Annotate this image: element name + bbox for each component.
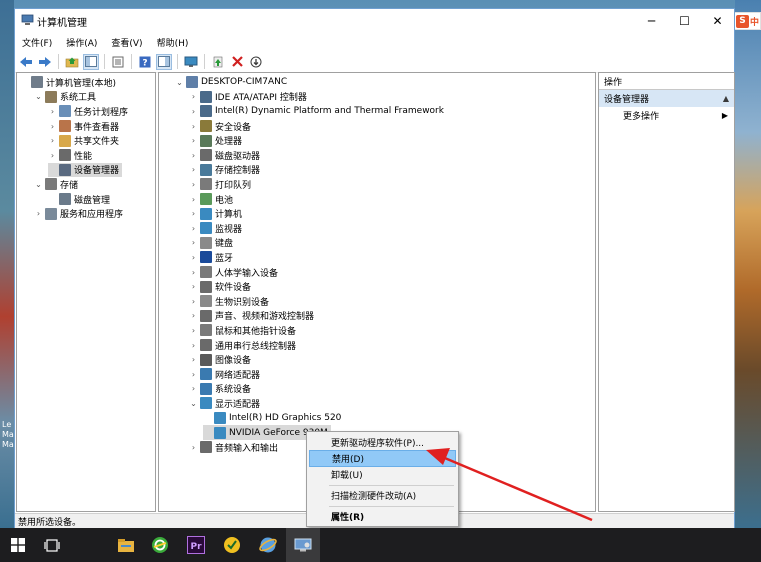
annotation-arrow <box>426 448 593 522</box>
start-icon[interactable] <box>6 533 30 557</box>
svg-text:Pr: Pr <box>190 542 202 552</box>
premiere-icon[interactable]: Pr <box>184 533 208 557</box>
task-view-icon[interactable] <box>40 533 64 557</box>
browser-360-icon[interactable] <box>148 533 172 557</box>
computer-management-icon[interactable] <box>291 533 315 557</box>
norton-icon[interactable] <box>220 533 244 557</box>
browser-icon[interactable] <box>256 533 280 557</box>
file-explorer-icon[interactable] <box>114 533 138 557</box>
